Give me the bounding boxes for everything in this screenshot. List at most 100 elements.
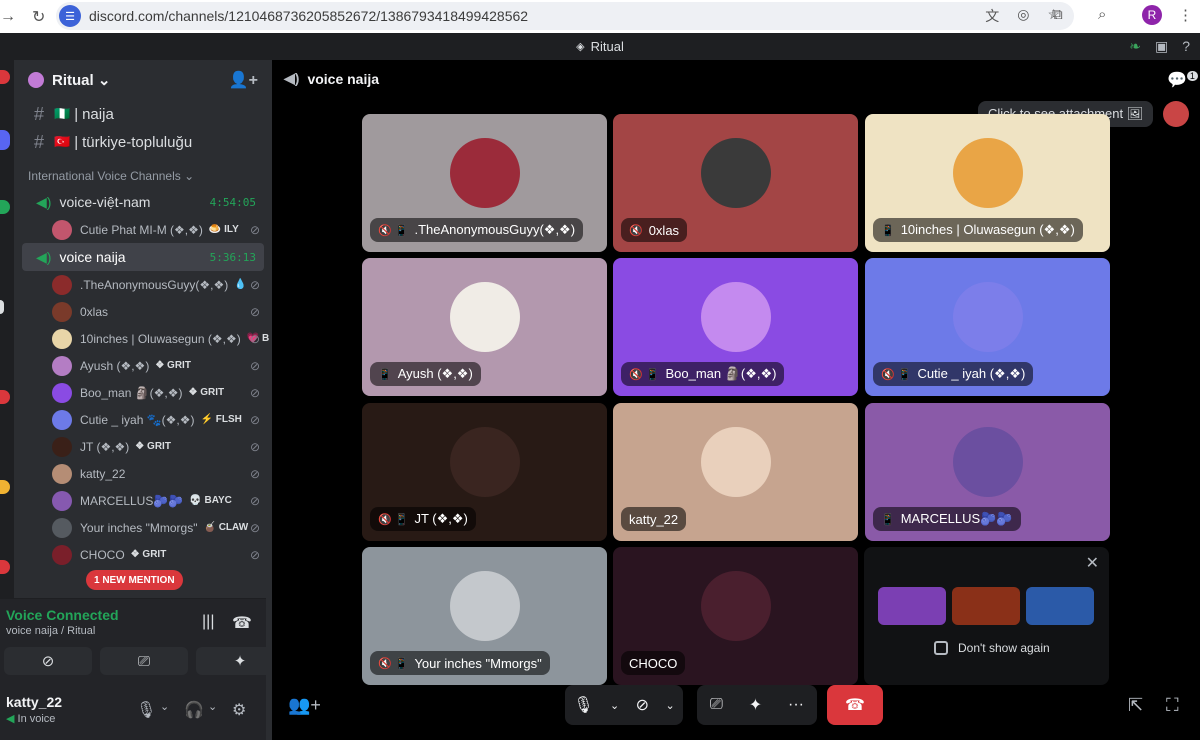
voice-user-row[interactable]: Cutie _ iyah 🐾(❖,❖) ⚡ FLSH ⊘ (14, 406, 272, 433)
category-header[interactable]: International Voice Channels ⌄ (14, 164, 272, 188)
game-thumbnail-scream[interactable] (952, 587, 1020, 625)
noise-suppression-icon[interactable]: ||| (202, 613, 214, 631)
game-thumbnail-valorant[interactable] (878, 587, 946, 625)
translate-icon[interactable]: 文 (985, 6, 999, 26)
voice-user-row[interactable]: Cutie Phat MI-M (❖,❖) 🍮 ILY ⊘ (14, 216, 272, 243)
address-bar[interactable]: ☰ discord.com/channels/12104687362058526… (56, 2, 1074, 30)
avatar[interactable] (52, 490, 72, 511)
voice-user-row[interactable]: .TheAnonymousGuyy(❖,❖) 💧 ⊘ (14, 271, 272, 298)
inbox-icon[interactable]: ▣ (1155, 38, 1168, 55)
participant-tile[interactable]: 📱 MARCELLUS🫐🫐 (865, 403, 1110, 541)
voice-user-row[interactable]: JT (❖,❖) ❖ GRIT ⊘ (14, 433, 272, 460)
avatar[interactable] (52, 355, 72, 376)
more-menu-icon[interactable]: ⋮ (1178, 6, 1193, 24)
voice-location[interactable]: voice naija / Ritual (6, 625, 95, 637)
participant-tile[interactable]: 🔇 📱 JT (❖,❖) (362, 403, 607, 541)
add-member-icon[interactable]: 👤+ (229, 70, 258, 90)
voice-user-row[interactable]: CHOCO ❖ GRIT ⊘ (14, 541, 272, 568)
avatar[interactable] (52, 382, 72, 403)
call-timer: 4:54:05 (209, 195, 256, 209)
participant-tile[interactable]: 🔇 📱 Cutie _ iyah (❖,❖) (865, 258, 1110, 396)
participant-tile[interactable]: 🔇 0xlas (613, 114, 858, 252)
avatar[interactable] (52, 463, 72, 484)
help-icon[interactable]: ? (1182, 38, 1190, 55)
disconnect-call-button[interactable]: ☎ (827, 685, 883, 725)
server-header[interactable]: Ritual ⌄ 👤+ (14, 60, 272, 100)
chevron-down-icon[interactable]: ⌄ (610, 699, 619, 712)
avatar[interactable] (52, 517, 72, 538)
participant-tile[interactable]: 📱 Ayush (❖,❖) (362, 258, 607, 396)
voice-channel-naija[interactable]: ◀) voice naija 5:36:13 (22, 243, 264, 271)
voice-user-name: Your inches "Mmorgs" (80, 520, 198, 535)
participant-tile[interactable]: 🔇 📱 .TheAnonymousGuyy(❖,❖) (362, 114, 607, 252)
avatar[interactable] (52, 409, 72, 430)
new-mention-badge[interactable]: 1 NEW MENTION (86, 570, 183, 590)
nitro-leaf-icon[interactable]: ❧ (1129, 38, 1141, 55)
microphone-icon[interactable]: 🎙 (573, 695, 593, 715)
invite-user-icon[interactable]: 👥+ (288, 695, 321, 716)
headphones-icon[interactable]: 🎧 (184, 700, 204, 720)
avatar[interactable] (52, 328, 72, 349)
text-channel-naija[interactable]: # 🇳🇬 | naija (14, 100, 272, 128)
voice-connected-status[interactable]: Voice Connected (6, 607, 119, 623)
text-channel-turkiye[interactable]: # 🇹🇷 | türkiye-topluluğu (14, 128, 272, 156)
voice-user-row[interactable]: Boo_man 🗿(❖,❖) ❖ GRIT ⊘ (14, 379, 272, 406)
camera-off-icon[interactable]: ⊘ (636, 695, 649, 715)
participant-tile[interactable]: CHOCO (613, 547, 858, 685)
server-icon-partial[interactable] (0, 480, 10, 494)
server-name[interactable]: Ritual ⌄ (52, 71, 110, 89)
server-notification-dot[interactable] (0, 390, 10, 404)
activities-button[interactable]: ✦ (196, 647, 284, 675)
extensions-icon[interactable]: ⧉ (1052, 6, 1063, 23)
server-icon-partial[interactable] (0, 200, 10, 214)
profile-avatar[interactable]: R (1142, 5, 1162, 25)
attachment-user-avatar[interactable] (1163, 101, 1189, 127)
username[interactable]: katty_22 (6, 694, 62, 710)
voice-channel-viet-nam[interactable]: ◀) voice-việt-nam 4:54:05 (22, 188, 264, 216)
more-options-icon[interactable]: ··· (788, 696, 804, 714)
dont-show-again-checkbox[interactable]: Don't show again (934, 641, 1050, 655)
voice-user-row[interactable]: Ayush (❖,❖) ❖ GRIT ⊘ (14, 352, 272, 379)
avatar[interactable] (52, 301, 72, 322)
checkbox-icon[interactable] (934, 641, 948, 655)
microphone-icon[interactable]: 🎙 (136, 700, 156, 720)
url-text[interactable]: discord.com/channels/1210468736205852672… (89, 8, 528, 24)
channel-label: türkiye-topluluğu (82, 133, 193, 151)
screen-share-icon[interactable]: ⎚ (710, 696, 723, 714)
game-thumbnail-gomedies[interactable] (1026, 587, 1094, 625)
settings-gear-icon[interactable]: ⚙ (232, 700, 246, 720)
voice-user-row[interactable]: 0xlas ⊘ (14, 298, 272, 325)
avatar[interactable] (52, 544, 72, 565)
activities-icon[interactable]: ✦ (749, 695, 762, 715)
threads-icon[interactable]: 💬 1 (1167, 70, 1198, 90)
avatar[interactable] (52, 436, 72, 457)
participant-label: 🔇 0xlas (621, 218, 688, 242)
reload-icon[interactable]: ↻ (32, 7, 45, 27)
disconnect-icon[interactable]: ☎ (232, 613, 252, 633)
voice-user-row[interactable]: katty_22 ⊘ (14, 460, 272, 487)
chevron-down-icon[interactable]: ⌄ (208, 700, 217, 713)
fullscreen-icon[interactable]: ⛶ (1166, 695, 1179, 716)
chevron-down-icon[interactable]: ⌄ (666, 699, 675, 712)
voice-user-row[interactable]: 10inches | Oluwasegun (❖,❖) 💗 B ⊘ (14, 325, 272, 352)
server-icon-partial[interactable] (0, 130, 10, 150)
eye-off-icon[interactable]: ◎ (1017, 6, 1029, 26)
sidebar-search-icon[interactable]: ⌕ (1098, 6, 1106, 23)
camera-off-button[interactable]: ⊘ (4, 647, 92, 675)
participant-tile[interactable]: katty_22 (613, 403, 858, 541)
chevron-down-icon[interactable]: ⌄ (160, 700, 169, 713)
participant-tile[interactable]: 📱 10inches | Oluwasegun (❖,❖) (865, 114, 1110, 252)
voice-user-row[interactable]: Your inches "Mmorgs" 🧉 CLAW ⊘ (14, 514, 272, 541)
voice-user-row[interactable]: MARCELLUS🫐🫐 💀 BAYC ⊘ (14, 487, 272, 514)
screen-share-button[interactable]: ⎚ (100, 647, 188, 675)
avatar[interactable] (52, 219, 72, 240)
popout-icon[interactable]: ⇱ (1128, 695, 1143, 716)
site-info-icon[interactable]: ☰ (59, 5, 81, 27)
avatar[interactable] (52, 274, 72, 295)
participant-tile[interactable]: 🔇 📱 Boo_man 🗿(❖,❖) (613, 258, 858, 396)
close-icon[interactable]: ✕ (1086, 553, 1099, 573)
server-notification-dot[interactable] (0, 560, 10, 574)
server-notification-dot[interactable] (0, 70, 10, 84)
participant-tile[interactable]: 🔇 📱 Your inches "Mmorgs" (362, 547, 607, 685)
forward-icon[interactable]: → (0, 8, 16, 26)
